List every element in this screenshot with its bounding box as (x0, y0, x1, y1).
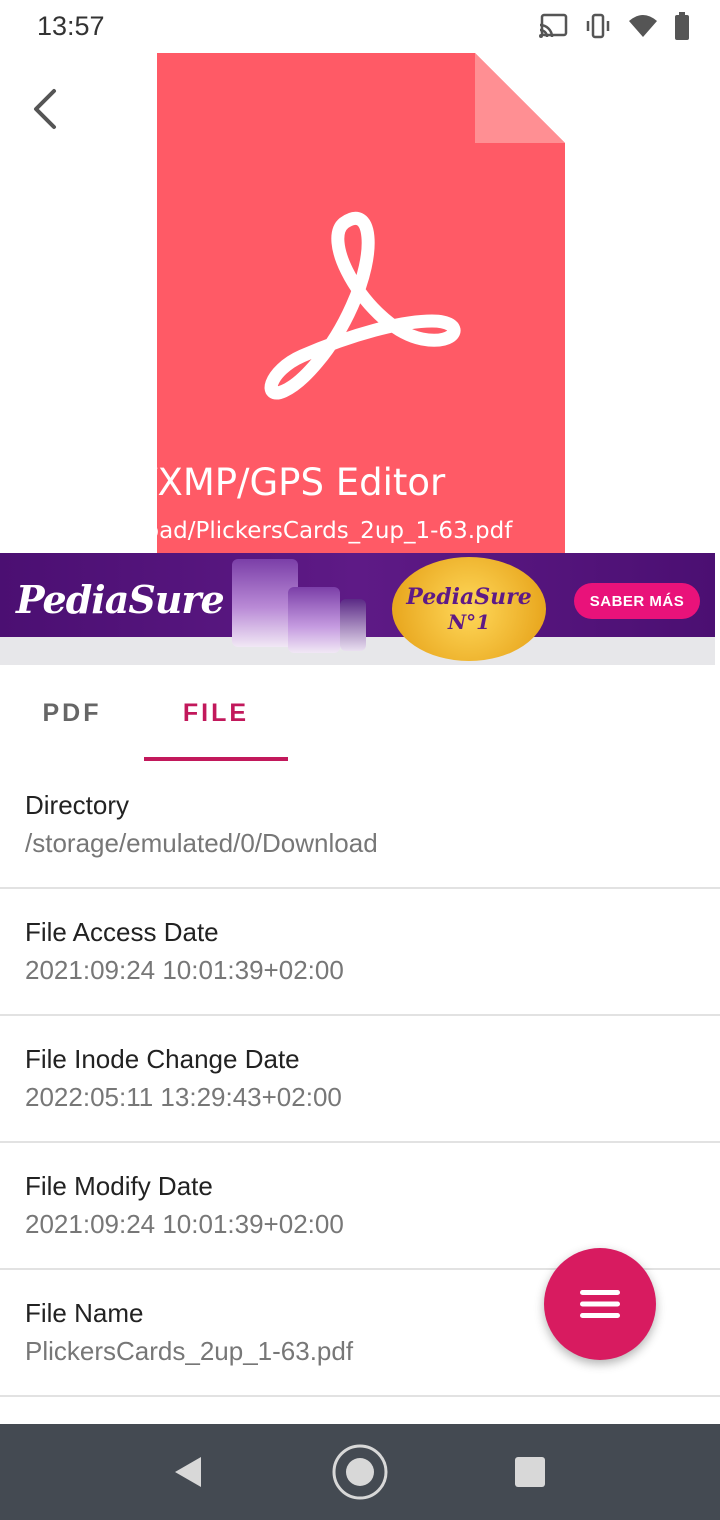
ad-banner[interactable]: PediaSure PediaSure N°1 SABER MÁS (0, 553, 715, 665)
cast-icon (539, 13, 568, 38)
tab-pdf[interactable]: PDF (0, 665, 144, 761)
ad-product-can (288, 587, 340, 653)
item-label: File Access Date (25, 917, 219, 947)
recents-square-icon (515, 1457, 545, 1487)
item-value: /storage/emulated/0/Download (25, 828, 378, 858)
item-label: Directory (25, 790, 130, 820)
nav-home-button[interactable] (310, 1424, 410, 1520)
item-value: PlickersCards_2up_1-63.pdf (25, 1336, 354, 1366)
item-value: 2022:05:11 13:29:43+02:00 (25, 1082, 342, 1112)
tab-indicator (144, 757, 288, 761)
status-time: 13:57 (37, 11, 105, 41)
item-label: File Inode Change Date (25, 1044, 300, 1074)
list-item[interactable]: File Access Date 2021:09:24 10:01:39+02:… (0, 889, 720, 1016)
back-button[interactable] (22, 84, 68, 134)
back-triangle-icon (175, 1457, 201, 1487)
ad-badge-brand: PediaSure (406, 584, 532, 610)
ad-badge: PediaSure N°1 (392, 557, 546, 661)
back-arrow-icon (34, 89, 56, 129)
ad-product-bottle (340, 599, 366, 651)
ad-badge-rank: N°1 (447, 610, 491, 634)
menu-icon (580, 1290, 620, 1318)
list-item[interactable]: Directory /storage/emulated/0/Download (0, 762, 720, 889)
wifi-icon (629, 15, 657, 37)
ad-cta-button[interactable]: SABER MÁS (574, 583, 700, 619)
tab-file[interactable]: FILE (144, 665, 288, 761)
status-bar: 13:57 (0, 0, 720, 52)
nav-back-button[interactable] (138, 1424, 238, 1520)
menu-fab[interactable] (544, 1248, 656, 1360)
nav-recents-button[interactable] (480, 1424, 580, 1520)
item-label: File Name (25, 1298, 144, 1328)
list-item[interactable]: File Inode Change Date 2022:05:11 13:29:… (0, 1016, 720, 1143)
pdf-icon (264, 211, 461, 400)
document-path: oad/PlickersCards_2up_1-63.pdf (157, 518, 513, 544)
battery-icon (675, 12, 689, 40)
document-preview: /XMP/GPS Editor oad/PlickersCards_2up_1-… (157, 53, 565, 553)
vibrate-icon (586, 13, 610, 39)
ad-brand: PediaSure (16, 577, 225, 622)
item-value: 2021:09:24 10:01:39+02:00 (25, 955, 344, 985)
system-nav-bar (0, 1424, 720, 1520)
home-circle-icon (332, 1444, 388, 1500)
item-label: File Modify Date (25, 1171, 213, 1201)
tab-bar: PDF FILE (0, 665, 720, 761)
item-value: 2021:09:24 10:01:39+02:00 (25, 1209, 344, 1239)
document-title: /XMP/GPS Editor (157, 461, 446, 504)
